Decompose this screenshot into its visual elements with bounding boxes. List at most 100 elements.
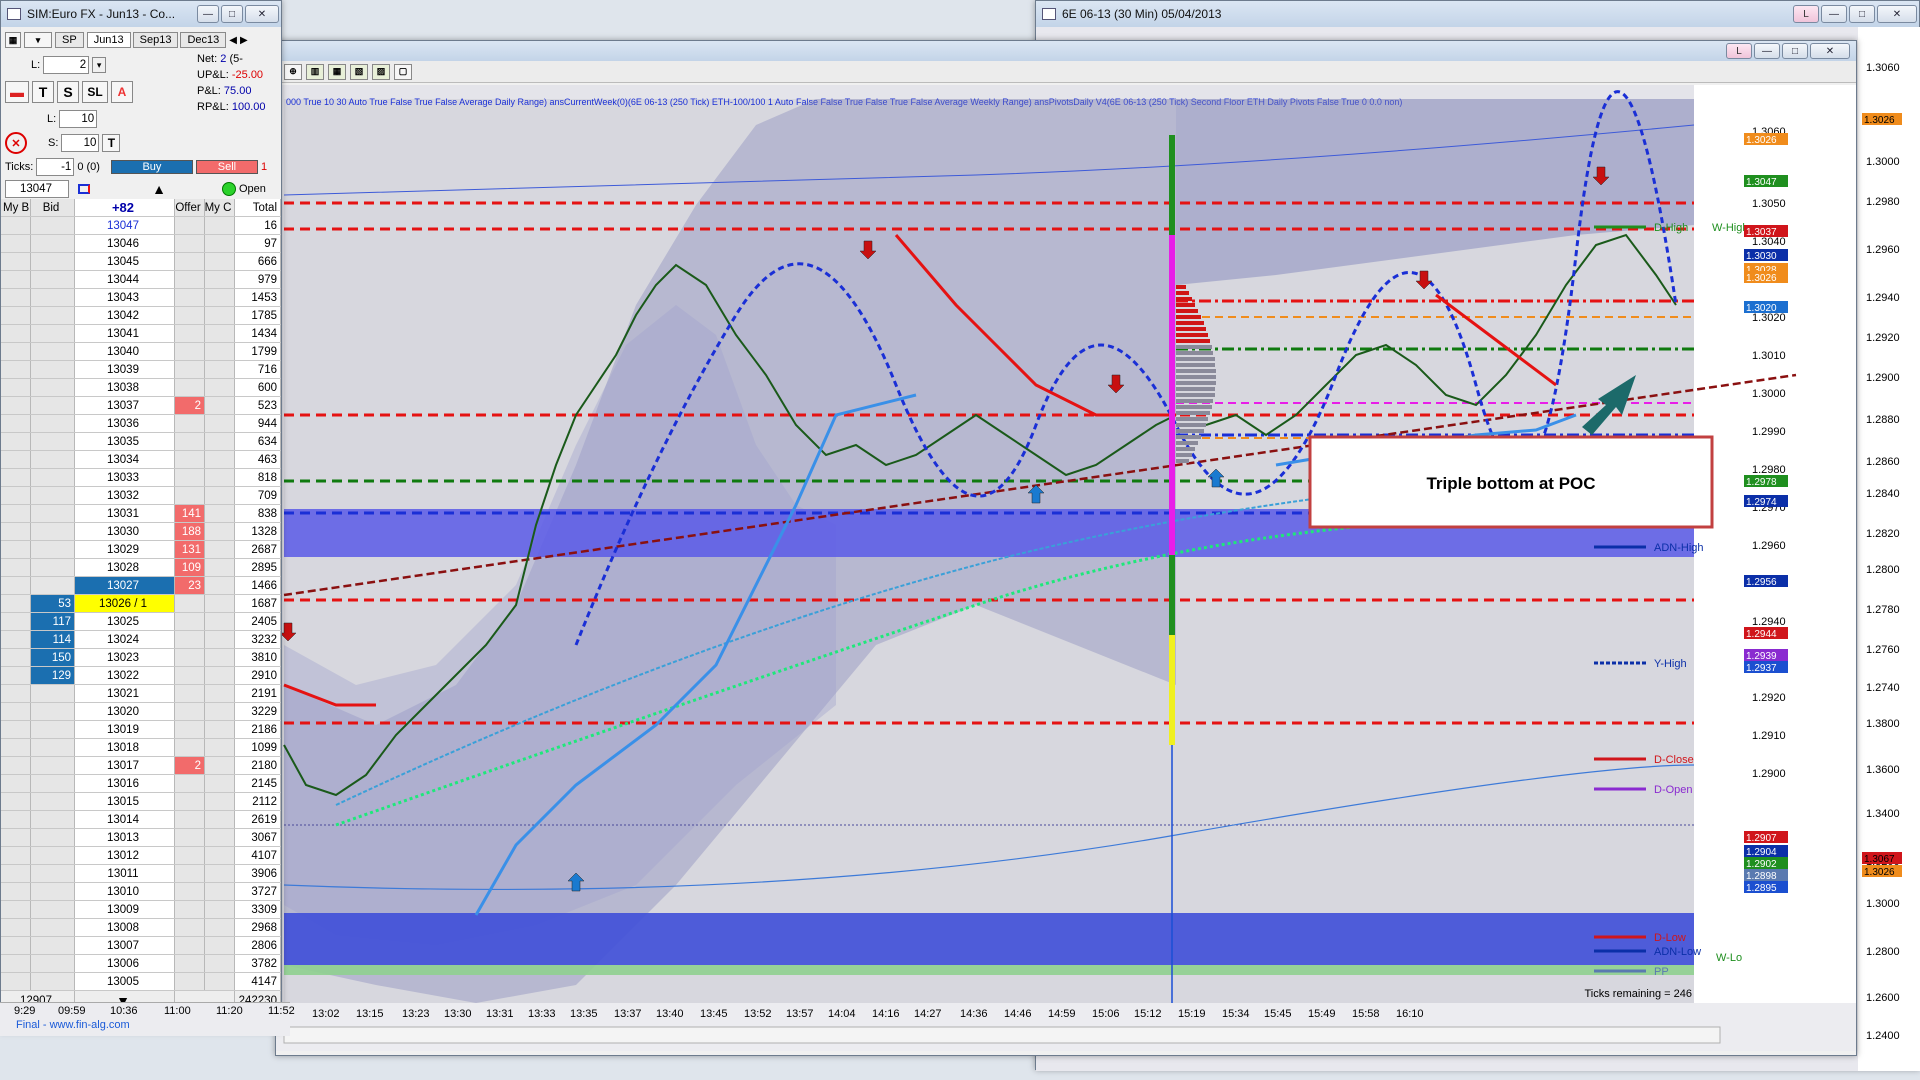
dom-row[interactable]: 13034 463 [1,451,281,469]
dom-cell-myb[interactable] [1,649,31,666]
dom-cell-bid[interactable]: 150 [31,649,75,666]
dom-row[interactable]: 13033 818 [1,469,281,487]
dom-row[interactable]: 13008 2968 [1,919,281,937]
dom-cell-myb[interactable] [1,811,31,828]
dom-cell-myb[interactable] [1,775,31,792]
dom-cell-total[interactable]: 1466 [235,577,281,594]
dom-cell-total[interactable]: 1453 [235,289,281,306]
dom-row[interactable]: 13014 2619 [1,811,281,829]
dom-cell-bid[interactable] [31,415,75,432]
minimize-icon[interactable]: — [1821,5,1847,23]
stop-icon[interactable]: S [57,81,79,103]
dom-cell-offer[interactable]: 2 [175,397,205,414]
dom-cell-bid[interactable] [31,793,75,810]
dom-cell-offer[interactable] [175,271,205,288]
dom-cell-myb[interactable] [1,937,31,954]
ticks-input[interactable]: -1 [36,158,75,176]
dom-cell-total[interactable]: 2806 [235,937,281,954]
chart-close-icon[interactable]: ✕ [1810,43,1850,59]
dom-cell-myb[interactable] [1,919,31,936]
dom-cell-total[interactable]: 2619 [235,811,281,828]
dom-cell-myc[interactable] [205,325,235,342]
dom-row[interactable]: 13047 16 [1,217,281,235]
dom-cell-total[interactable]: 1785 [235,307,281,324]
dom-cell-total[interactable]: 2687 [235,541,281,558]
dom-row[interactable]: 13037 2 523 [1,397,281,415]
dom-cell-total[interactable]: 3067 [235,829,281,846]
dom-cell-bid[interactable] [31,757,75,774]
dom-cell-myc[interactable] [205,595,235,612]
dom-cell-myb[interactable] [1,721,31,738]
dom-cell-bid[interactable] [31,955,75,972]
dom-cell-offer[interactable] [175,793,205,810]
contract-tab[interactable]: Jun13 [86,32,131,48]
dom-cell-myc[interactable] [205,703,235,720]
dom-cell-offer[interactable] [175,343,205,360]
dom-cell-bid[interactable] [31,901,75,918]
chart-minimize-icon[interactable]: — [1754,43,1780,59]
dom-cell-myc[interactable] [205,847,235,864]
price-chart[interactable]: 000 True 10 30 Auto True False True Fals… [276,85,1856,1051]
dom-row[interactable]: 13043 1453 [1,289,281,307]
dom-cell-bid[interactable] [31,217,75,234]
dom-cell-myb[interactable] [1,325,31,342]
dom-cell-myc[interactable] [205,415,235,432]
dom-row[interactable]: 13016 2145 [1,775,281,793]
atm-icon[interactable]: A [111,81,133,103]
dom-row[interactable]: 114 13024 3232 [1,631,281,649]
dom-cell-total[interactable]: 2145 [235,775,281,792]
dom-cell-myb[interactable] [1,631,31,648]
dom-cell-myb[interactable] [1,541,31,558]
dom-cell-total[interactable]: 2180 [235,757,281,774]
dom-cell-bid[interactable] [31,685,75,702]
dom-cell-myc[interactable] [205,487,235,504]
dom-cell-myb[interactable] [1,307,31,324]
dom-cell-offer[interactable] [175,703,205,720]
dom-cell-offer[interactable]: 23 [175,577,205,594]
dom-cell-offer[interactable] [175,415,205,432]
dom-cell-total[interactable]: 716 [235,361,281,378]
dom-cell-myc[interactable] [205,757,235,774]
main-chart-window[interactable]: L — □ ✕ ⊕ ▥ ▦ ▧ ▨ ▢ 000 True 10 30 Auto … [275,40,1857,1056]
dom-cell-bid[interactable] [31,235,75,252]
dom-cell-total[interactable]: 1099 [235,739,281,756]
dom-cell-bid[interactable] [31,559,75,576]
dom-row[interactable]: 13013 3067 [1,829,281,847]
dom-cell-myc[interactable] [205,883,235,900]
dom-cell-myc[interactable] [205,361,235,378]
dom-cell-myb[interactable] [1,595,31,612]
dom-cell-offer[interactable] [175,379,205,396]
dom-minimize-icon[interactable]: — [197,5,219,23]
dom-row[interactable]: 129 13022 2910 [1,667,281,685]
sell-button[interactable]: Sell [195,160,258,174]
dom-cell-offer[interactable] [175,775,205,792]
long-qty-input[interactable]: 10 [59,110,98,128]
dom-cell-myc[interactable] [205,739,235,756]
contract-tab[interactable]: Dec13 [180,32,227,48]
dom-row[interactable]: 117 13025 2405 [1,613,281,631]
dom-cell-total[interactable]: 600 [235,379,281,396]
dom-cell-offer[interactable] [175,613,205,630]
dom-row[interactable]: 13041 1434 [1,325,281,343]
dom-cell-offer[interactable] [175,937,205,954]
dom-cell-myb[interactable] [1,235,31,252]
dom-cell-myc[interactable] [205,667,235,684]
dom-cell-myc[interactable] [205,811,235,828]
dom-cell-myb[interactable] [1,829,31,846]
dom-cell-offer[interactable] [175,973,205,990]
dom-cell-myb[interactable] [1,469,31,486]
dom-cell-total[interactable]: 709 [235,487,281,504]
trail-icon[interactable]: T [102,134,121,152]
dom-cell-offer[interactable]: 109 [175,559,205,576]
dom-cell-myc[interactable] [205,343,235,360]
dom-cell-bid[interactable] [31,721,75,738]
dom-cell-bid[interactable] [31,397,75,414]
dom-cell-bid[interactable] [31,253,75,270]
dom-cell-total[interactable]: 523 [235,397,281,414]
account-select[interactable]: SP [55,32,84,48]
close-icon[interactable]: ✕ [1877,5,1917,23]
dom-cell-myc[interactable] [205,937,235,954]
dom-cell-myb[interactable] [1,433,31,450]
dom-cell-offer[interactable] [175,235,205,252]
dom-cell-bid[interactable] [31,865,75,882]
